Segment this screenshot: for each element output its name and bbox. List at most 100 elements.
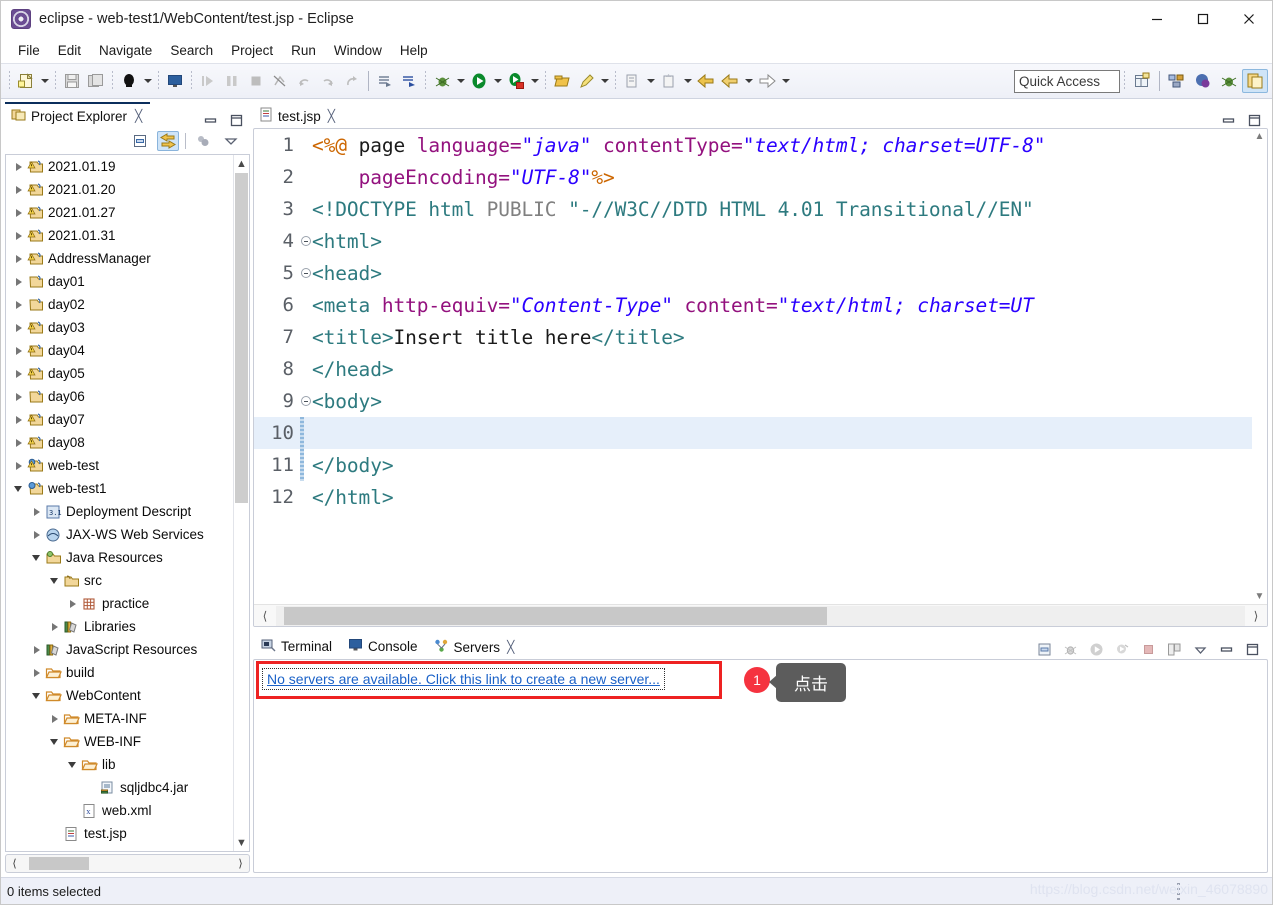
close-tab-icon[interactable]: ╳ [507, 640, 514, 654]
tree-item-2021-01-31[interactable]: 2021.01.31 [6, 224, 233, 247]
expand-arrow-icon[interactable] [10, 431, 26, 454]
tree-item-day05[interactable]: day05 [6, 362, 233, 385]
tree-item-java-resources[interactable]: Java Resources [6, 546, 233, 569]
collapse-arrow-icon[interactable] [28, 684, 44, 707]
expand-arrow-icon[interactable] [28, 523, 44, 546]
open-type-icon[interactable] [550, 69, 574, 93]
stop-server-icon[interactable] [1138, 639, 1158, 659]
expand-arrow-icon[interactable] [10, 224, 26, 247]
save-icon[interactable] [60, 69, 84, 93]
new-class-icon[interactable] [657, 69, 681, 93]
new-java-package-dropdown-icon[interactable] [644, 69, 657, 93]
fold-collapse-icon[interactable] [300, 268, 312, 278]
expand-arrow-icon[interactable] [28, 661, 44, 684]
menu-file[interactable]: File [9, 41, 49, 60]
tree-item-web-test1[interactable]: web-test1 [6, 477, 233, 500]
tree-item-build[interactable]: build [6, 661, 233, 684]
menu-project[interactable]: Project [222, 41, 282, 60]
view-dropdown-icon[interactable] [220, 131, 242, 151]
next-dropdown-icon[interactable] [779, 69, 792, 93]
scroll-down-icon[interactable]: ▼ [1252, 589, 1267, 604]
tree-item-deployment-descript[interactable]: 3.1 Deployment Descript [6, 500, 233, 523]
open-console-icon[interactable] [163, 69, 187, 93]
tree-item-day07[interactable]: day07 [6, 408, 233, 431]
run-server-icon[interactable] [504, 69, 528, 93]
tree-item-addressmanager[interactable]: AddressManager [6, 247, 233, 270]
code-line[interactable]: 12 </html> [254, 481, 1252, 513]
print-icon[interactable] [117, 69, 141, 93]
close-icon[interactable] [1226, 1, 1272, 37]
new-wizard-icon[interactable] [14, 69, 38, 93]
tree-item-webcontent[interactable]: WebContent [6, 684, 233, 707]
next-annotation-icon[interactable] [292, 69, 316, 93]
collapse-arrow-icon[interactable] [28, 546, 44, 569]
link-with-editor-icon[interactable] [157, 131, 179, 151]
tree-item-web-test[interactable]: web-test [6, 454, 233, 477]
code-line[interactable]: 6 <meta http-equiv="Content-Type" content… [254, 289, 1252, 321]
code-lines[interactable]: 1 <%@ page language="java" contentType="t… [254, 129, 1252, 604]
save-all-icon[interactable] [84, 69, 108, 93]
tree-item-2021-01-27[interactable]: 2021.01.27 [6, 201, 233, 224]
scroll-up-icon[interactable]: ▲ [234, 155, 249, 172]
tab-test-jsp[interactable]: test.jsp ╳ [253, 102, 344, 128]
minimize-icon[interactable] [1134, 1, 1180, 37]
tree-item-day02[interactable]: day02 [6, 293, 233, 316]
maximize-view-icon[interactable] [1242, 639, 1262, 659]
tree-vertical-scrollbar[interactable]: ▲ ▼ [233, 155, 249, 851]
collapse-arrow-icon[interactable] [46, 569, 62, 592]
tree-item-day04[interactable]: day04 [6, 339, 233, 362]
expand-arrow-icon[interactable] [10, 339, 26, 362]
tree-item-web-xml[interactable]: x web.xml [6, 799, 233, 822]
collapse-arrow-icon[interactable] [46, 730, 62, 753]
code-line[interactable]: 9 <body> [254, 385, 1252, 417]
scroll-track[interactable] [276, 605, 1245, 626]
open-perspective-icon[interactable] [1129, 69, 1155, 93]
create-new-server-link[interactable]: No servers are available. Click this lin… [262, 668, 665, 690]
code-line[interactable]: 5 <head> [254, 257, 1252, 289]
run-dropdown-icon[interactable] [491, 69, 504, 93]
menu-help[interactable]: Help [391, 41, 437, 60]
run-server-dropdown-icon[interactable] [528, 69, 541, 93]
debug-perspective-icon[interactable] [1216, 69, 1242, 93]
tree-item-test-jsp[interactable]: test.jsp [6, 822, 233, 845]
code-line[interactable]: 8 </head> [254, 353, 1252, 385]
tree-item-day08[interactable]: day08 [6, 431, 233, 454]
tree-item-lib[interactable]: lib [6, 753, 233, 776]
expand-arrow-icon[interactable] [10, 454, 26, 477]
collapse-all-icon[interactable] [129, 131, 151, 151]
minimize-view-icon[interactable] [1220, 112, 1236, 128]
tab-servers[interactable]: Servers ╳ [425, 633, 523, 659]
java-perspective-icon[interactable] [1242, 69, 1268, 93]
editor-horizontal-scrollbar[interactable]: ⟨ ⟩ [254, 604, 1267, 626]
forward-dropdown-icon[interactable] [742, 69, 755, 93]
tree-item-sqljdbc4-jar[interactable]: sqljdbc4.jar [6, 776, 233, 799]
maximize-icon[interactable] [1180, 1, 1226, 37]
tree-item-day06[interactable]: day06 [6, 385, 233, 408]
debug-server-icon[interactable] [1060, 639, 1080, 659]
code-editor[interactable]: 1 <%@ page language="java" contentType="t… [253, 128, 1268, 627]
tree-item-javascript-resources[interactable]: JavaScript Resources [6, 638, 233, 661]
view-menu-icon[interactable] [1190, 639, 1210, 659]
expand-arrow-icon[interactable] [10, 247, 26, 270]
code-line[interactable]: 11 </body> [254, 449, 1252, 481]
open-task-dropdown-icon[interactable] [598, 69, 611, 93]
project-tree[interactable]: 2021.01.19 2021.01.20 2021.01.27 2021.01.31… [6, 155, 233, 851]
maximize-view-icon[interactable] [228, 112, 244, 128]
profile-server-icon[interactable] [1112, 639, 1132, 659]
collapse-arrow-icon[interactable] [64, 753, 80, 776]
code-line[interactable]: 4 <html> [254, 225, 1252, 257]
expand-arrow-icon[interactable] [10, 293, 26, 316]
tree-item-src[interactable]: src [6, 569, 233, 592]
collapse-arrow-icon[interactable] [10, 477, 26, 500]
open-task-icon[interactable] [574, 69, 598, 93]
servers-view-body[interactable]: No servers are available. Click this lin… [253, 659, 1268, 873]
expand-arrow-icon[interactable] [10, 362, 26, 385]
view-menu-icon[interactable] [192, 131, 214, 151]
debug-dropdown-icon[interactable] [454, 69, 467, 93]
code-line[interactable]: 10 [254, 417, 1252, 449]
code-line[interactable]: 7 <title>Insert title here</title> [254, 321, 1252, 353]
start-server-icon[interactable] [1086, 639, 1106, 659]
menu-edit[interactable]: Edit [49, 41, 90, 60]
build-icon[interactable] [373, 69, 397, 93]
tab-terminal[interactable]: Terminal [253, 633, 340, 659]
